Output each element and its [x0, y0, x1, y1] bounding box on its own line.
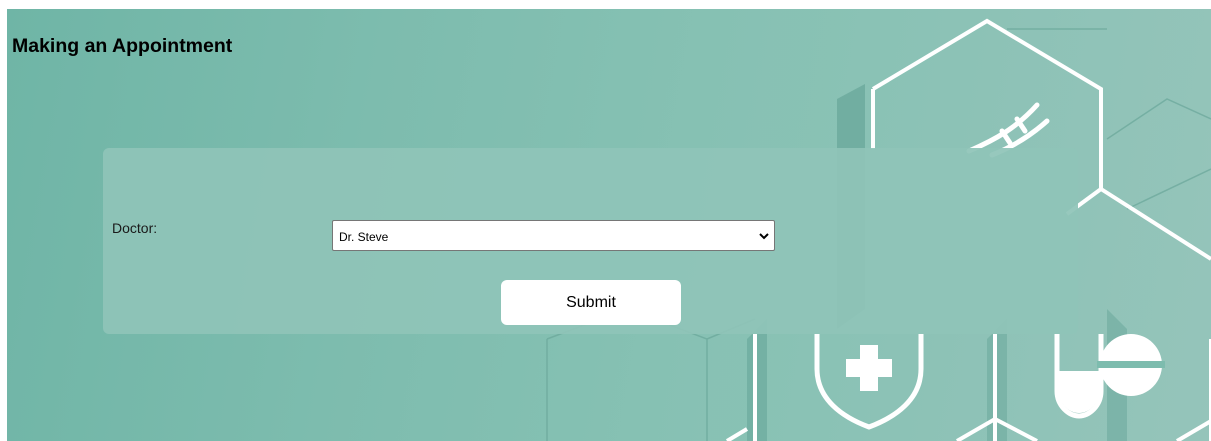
appointment-form-card: Doctor: Dr. Steve Submit	[103, 148, 1078, 334]
chevron-down-icon	[759, 233, 769, 240]
page-background: Making an Appointment Doctor: Dr. Steve …	[7, 9, 1211, 441]
page-title: Making an Appointment	[12, 35, 233, 57]
doctor-select-value: Dr. Steve	[339, 230, 389, 244]
capsule-icon	[1054, 334, 1104, 419]
doctor-select[interactable]: Dr. Steve	[332, 220, 775, 251]
doctor-label: Doctor:	[112, 220, 158, 236]
shield-cross-icon	[814, 334, 924, 430]
submit-button[interactable]: Submit	[501, 280, 681, 325]
